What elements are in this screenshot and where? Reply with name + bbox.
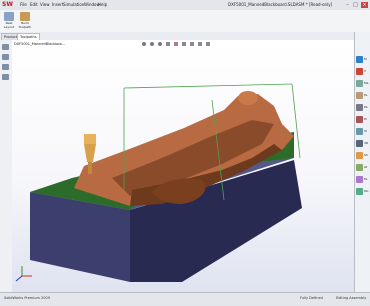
view-orientation-icon [174, 42, 178, 46]
task-pane-icon-1[interactable] [356, 68, 363, 75]
task-pane-item-8[interactable]: Sh [364, 152, 368, 159]
zoom-area-icon [150, 42, 154, 46]
minimize-icon[interactable]: – [344, 2, 351, 8]
axis-triad [15, 266, 32, 282]
menu-edit[interactable]: Edit [30, 1, 38, 8]
nest-layout-button[interactable]: Nest Layout [2, 12, 16, 30]
menu-help[interactable]: Help [98, 1, 107, 8]
menu-file[interactable]: File [20, 1, 27, 8]
heads-up-toolbar[interactable] [142, 42, 210, 46]
solidworks-logo[interactable]: SW [2, 1, 16, 9]
task-pane-icon-5[interactable] [356, 116, 363, 123]
task-pane-icon-4[interactable] [356, 104, 363, 111]
menu-view[interactable]: View [40, 1, 50, 8]
toolpath-manager-icon[interactable] [2, 74, 9, 80]
appearance-icon [198, 42, 202, 46]
property-manager-icon[interactable] [2, 54, 9, 60]
tool-bit [88, 162, 92, 174]
toolpath-icon [20, 12, 30, 21]
task-pane-item-4[interactable]: Pa [364, 104, 368, 111]
task-pane-icon-7[interactable] [356, 140, 363, 147]
task-pane-icon-2[interactable] [356, 80, 363, 87]
command-manager [0, 10, 370, 33]
task-pane-icon-3[interactable] [356, 92, 363, 99]
menu-insert[interactable]: Insert [52, 1, 63, 8]
task-pane-item-7[interactable]: 3D [364, 140, 368, 147]
window-title: DXF5001_MannedBlackboard.SLDASM * [Read-… [228, 2, 333, 7]
task-pane-item-1[interactable]: V [364, 68, 366, 75]
task-pane-item-9[interactable]: At [364, 164, 367, 171]
maximize-icon[interactable]: □ [352, 2, 359, 8]
part-nose [238, 91, 258, 105]
hide-show-icon [190, 42, 194, 46]
build-toolpath-label: Build Toolpath [18, 21, 32, 29]
section-view-icon [166, 42, 170, 46]
task-pane-item-3[interactable]: Fe [364, 92, 367, 99]
task-pane-logo-icon[interactable] [356, 56, 363, 63]
scene-icon [206, 42, 210, 46]
previous-view-icon [158, 42, 162, 46]
task-pane-item-2[interactable]: Ma [364, 80, 368, 87]
feature-manager-icon[interactable] [2, 44, 9, 50]
status-center: Fully Defined [300, 296, 323, 300]
task-pane-icon-8[interactable] [356, 152, 363, 159]
tool-holder [84, 134, 96, 144]
feature-tree-root[interactable]: DXF5001_MannedBlackboa... [14, 41, 65, 47]
close-icon[interactable]: × [361, 2, 368, 8]
menu-simulation[interactable]: Simulation [63, 1, 84, 8]
task-pane-item-6[interactable]: To [364, 128, 367, 135]
task-pane-item-5[interactable]: Pr [364, 116, 367, 123]
nest-icon [4, 12, 14, 21]
task-pane-icon-9[interactable] [356, 164, 363, 171]
status-right: Editing Assembly [336, 296, 367, 300]
graphics-viewport[interactable] [12, 40, 354, 292]
task-pane-icon-6[interactable] [356, 128, 363, 135]
model-view[interactable] [12, 40, 354, 292]
task-pane-item-0[interactable]: M [364, 56, 367, 63]
display-style-icon [182, 42, 186, 46]
status-left: SolidWorks Premium 2009 [4, 296, 50, 300]
nest-layout-label: Nest Layout [3, 21, 15, 29]
task-pane-item-11[interactable]: Mo [364, 188, 368, 195]
tab-toolpaths[interactable]: Toolpaths [17, 33, 40, 40]
build-toolpath-button[interactable]: Build Toolpath [18, 12, 32, 30]
task-pane-item-10[interactable]: Fe [364, 176, 367, 183]
zoom-fit-icon [142, 42, 146, 46]
tool-shank [84, 144, 96, 162]
task-pane-icon-10[interactable] [356, 176, 363, 183]
configuration-manager-icon[interactable] [2, 64, 9, 70]
task-pane-icon-11[interactable] [356, 188, 363, 195]
